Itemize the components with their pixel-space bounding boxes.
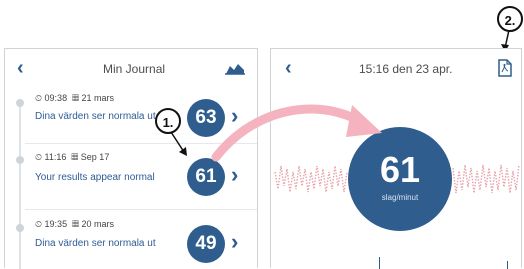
timeline-line — [19, 99, 21, 269]
row-3-chevron-icon[interactable]: › — [231, 229, 238, 255]
row-1-message[interactable]: Dina värden ser normala ut — [35, 111, 156, 122]
row-1-date: 21 mars — [81, 93, 114, 103]
row-divider — [25, 209, 257, 210]
timeline-dot — [16, 224, 24, 232]
timeline-dot — [16, 156, 24, 164]
back-button[interactable]: ‹ — [17, 57, 24, 80]
callout-1-arrow — [170, 131, 187, 156]
clock-icon: ⏲ — [35, 152, 43, 162]
row-2-message[interactable]: Your results appear normal — [35, 172, 155, 183]
timeline-dot — [16, 99, 24, 107]
clock-icon: ⏲ — [35, 219, 43, 229]
measurement-timestamp: 15:16 den 23 apr. — [359, 62, 453, 76]
row-3-time: 19:35 — [44, 219, 68, 229]
calendar-icon: ▦ — [72, 219, 79, 229]
row-3-date: 20 mars — [81, 219, 114, 229]
row-3-meta: ⏲ 19:35 ▦ 20 mars — [35, 219, 114, 230]
row-1-time: 09:38 — [44, 93, 68, 103]
row-3-value-bubble[interactable]: 49 — [187, 225, 225, 263]
row-1-meta: ⏲ 09:38 ▦ 21 mars — [35, 93, 114, 104]
chart-tick — [379, 257, 380, 269]
calendar-icon: ▦ — [72, 93, 79, 103]
calendar-icon: ▦ — [71, 152, 79, 162]
chart-tick — [507, 261, 508, 269]
row-2-chevron-icon[interactable]: › — [231, 162, 238, 188]
heart-rate-unit: slag/minut — [381, 193, 419, 202]
pdf-icon[interactable] — [497, 59, 513, 77]
row-2-date: Sep 17 — [80, 152, 110, 162]
row-2-meta: ⏲ 11:16 ▦ Sep 17 — [35, 152, 109, 163]
row-3-message[interactable]: Dina värden ser normala ut — [35, 238, 156, 249]
chart-icon[interactable] — [225, 61, 245, 75]
transition-arrow — [211, 104, 382, 162]
row-2-time: 11:16 — [44, 152, 67, 162]
clock-icon: ⏲ — [35, 93, 43, 103]
page-title: Min Journal — [103, 62, 166, 76]
